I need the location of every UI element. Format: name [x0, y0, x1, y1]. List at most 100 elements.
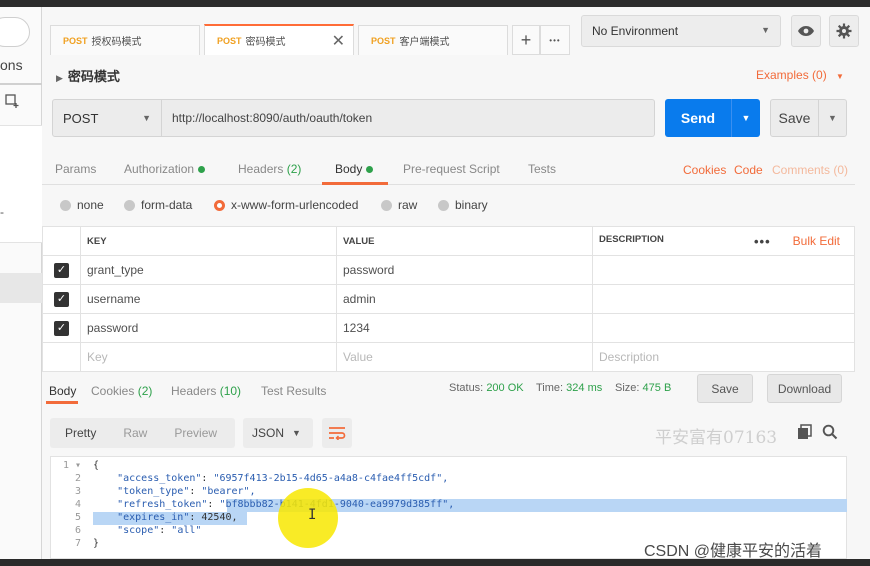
code-line: { — [93, 460, 100, 471]
line-number: 7 — [74, 538, 81, 549]
more-options-icon[interactable]: ••• — [754, 234, 771, 249]
table-row-new: Key Value Description — [42, 342, 855, 372]
size-label: Size: — [615, 382, 640, 394]
tab-password-mode[interactable]: POST 密码模式 ✕ — [204, 24, 354, 55]
radio-raw[interactable]: raw — [381, 198, 417, 212]
save-response-button[interactable]: Save — [697, 374, 753, 403]
close-icon[interactable]: ✕ — [332, 31, 345, 51]
code-line: "refresh_token": "bf8bbb82-b141-4fd1-904… — [117, 499, 455, 510]
line-number: 2 — [74, 473, 81, 484]
save-request-button[interactable]: Save ▼ — [770, 99, 847, 137]
row-description[interactable] — [592, 313, 855, 343]
checkbox-checked[interactable]: ✓ — [54, 292, 69, 307]
tab-method: POST — [63, 35, 88, 46]
copy-icon[interactable] — [797, 424, 815, 442]
examples-dropdown[interactable]: Examples (0) ▼ — [756, 68, 844, 82]
code-line: "scope": "all" — [117, 525, 202, 536]
row-checkbox-cell — [42, 342, 81, 372]
tab-tests[interactable]: Tests — [528, 162, 556, 176]
view-pretty[interactable]: Pretty — [50, 426, 96, 440]
tab-label: Headers — [171, 384, 217, 398]
active-tab-indicator — [322, 182, 388, 185]
tab-more-button[interactable]: ••• — [540, 25, 570, 55]
json-value: "bf8bbb82-b141-4fd1-9040-ea9979d385ff", — [219, 499, 455, 510]
new-collection-icon[interactable] — [4, 93, 20, 112]
tab-prerequest-script[interactable]: Pre-request Script — [403, 162, 500, 176]
row-key[interactable]: grant_type — [80, 255, 337, 285]
tab-authorization-code[interactable]: POST 授权码模式 — [50, 25, 200, 55]
row-key[interactable]: password — [80, 313, 337, 343]
tab-body[interactable]: Body — [335, 162, 374, 176]
time-value: 324 ms — [566, 382, 603, 394]
header-checkbox-cell — [42, 226, 81, 256]
active-tab-indicator — [46, 401, 78, 404]
response-tab-test-results[interactable]: Test Results — [261, 384, 326, 398]
sidebar-tab-collections[interactable]: ons — [0, 57, 23, 73]
download-button[interactable]: Download — [767, 374, 842, 403]
send-button[interactable]: Send ▼ — [665, 99, 760, 137]
tab-authorization[interactable]: Authorization — [124, 162, 206, 176]
checkbox-checked[interactable]: ✓ — [54, 321, 69, 336]
radio-form-data[interactable]: form-data — [124, 198, 192, 212]
radio-circle — [60, 199, 71, 211]
row-value[interactable]: admin — [336, 284, 593, 314]
radio-binary[interactable]: binary — [438, 198, 488, 212]
code-link[interactable]: Code — [734, 163, 763, 177]
tab-divider — [42, 184, 855, 185]
json-value: "bearer", — [201, 486, 256, 497]
chevron-down-icon[interactable]: ▼ — [819, 113, 846, 123]
tab-headers[interactable]: Headers (2) — [238, 162, 301, 176]
row-description[interactable] — [592, 284, 855, 314]
url-input[interactable]: http://localhost:8090/auth/oauth/token — [162, 99, 655, 137]
radio-none[interactable]: none — [60, 198, 104, 212]
text-cursor-icon: I — [308, 507, 317, 523]
radio-label: form-data — [141, 198, 193, 212]
view-preview[interactable]: Preview — [147, 426, 217, 440]
response-tab-cookies[interactable]: Cookies (2) — [91, 384, 152, 398]
json-key: "refresh_token" — [117, 499, 208, 510]
radio-circle — [381, 199, 392, 211]
tab-client-mode[interactable]: POST 客户端模式 — [358, 25, 508, 55]
row-value[interactable]: password — [336, 255, 593, 285]
request-title[interactable]: ▶ 密码模式 — [56, 66, 120, 85]
comments-link[interactable]: Comments (0) — [772, 163, 848, 177]
response-tab-body[interactable]: Body — [49, 384, 76, 398]
url-value: http://localhost:8090/auth/oauth/token — [172, 111, 373, 125]
method-select[interactable]: POST ▼ — [52, 99, 162, 137]
environment-quick-look-button[interactable] — [791, 15, 821, 47]
tab-method: POST — [371, 35, 396, 46]
environment-select[interactable]: No Environment ▼ — [581, 15, 781, 47]
sidebar-search-input[interactable] — [0, 17, 30, 47]
wrap-lines-button[interactable] — [322, 418, 352, 448]
new-description-input[interactable]: Description — [592, 342, 855, 372]
search-icon[interactable] — [822, 424, 840, 442]
time-label: Time: — [536, 382, 564, 394]
tab-label: Headers — [238, 162, 284, 176]
row-key[interactable]: username — [80, 284, 337, 314]
radio-urlencoded[interactable]: x-www-form-urlencoded — [214, 198, 358, 212]
sidebar-item-selected[interactable] — [0, 273, 42, 303]
line-number: 6 — [74, 525, 81, 536]
bulk-edit-link[interactable]: Bulk Edit — [793, 234, 840, 248]
new-key-input[interactable]: Key — [80, 342, 337, 372]
line-number: 1 ▾ — [62, 460, 81, 471]
add-tab-button[interactable]: + — [512, 25, 540, 55]
view-raw[interactable]: Raw — [96, 426, 147, 440]
checkbox-checked[interactable]: ✓ — [54, 263, 69, 278]
table-header-row: KEY VALUE DESCRIPTION Bulk Edit ••• — [42, 226, 855, 256]
chevron-down-icon[interactable]: ▼ — [732, 113, 760, 123]
screen-watermark: 平安富有07163 — [655, 428, 778, 448]
tab-count: (10) — [219, 384, 242, 398]
new-value-input[interactable]: Value — [336, 342, 593, 372]
format-select[interactable]: JSON ▼ — [243, 418, 313, 448]
response-tab-headers[interactable]: Headers (10) — [171, 384, 241, 398]
environment-settings-button[interactable] — [829, 15, 859, 47]
chevron-down-icon: ▼ — [761, 25, 770, 35]
row-value[interactable]: 1234 — [336, 313, 593, 343]
json-key: "token_type" — [117, 486, 190, 497]
sidebar-collection-panel — [0, 125, 42, 243]
cookies-link[interactable]: Cookies — [683, 163, 726, 177]
tab-params[interactable]: Params — [55, 162, 96, 176]
row-description[interactable] — [592, 255, 855, 285]
code-line: "expires_in": 42540, — [117, 512, 238, 523]
